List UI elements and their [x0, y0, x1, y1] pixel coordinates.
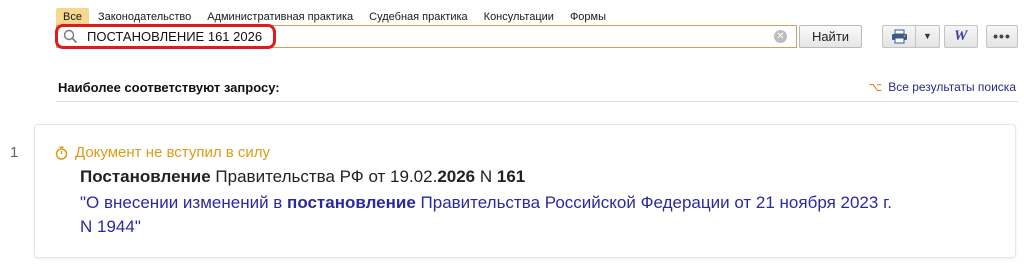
results-tree-icon: ⌥: [868, 80, 883, 94]
tab-consultations[interactable]: Консультации: [477, 8, 561, 26]
search-tabs: Все Законодательство Административная пр…: [56, 8, 615, 26]
document-heading: Постановление Правительства РФ от 19.02.…: [80, 167, 525, 187]
divider: [56, 101, 1018, 102]
print-divider: [915, 26, 916, 47]
document-status: Документ не вступил в силу: [55, 144, 270, 161]
doc-number: 161: [496, 167, 526, 186]
all-results-link[interactable]: ⌥ Все результаты поиска: [868, 80, 1016, 94]
doc-type: Постановление: [80, 167, 211, 186]
export-word-button[interactable]: W: [944, 25, 978, 48]
more-icon: •••: [993, 28, 1011, 44]
doc-year: 2026: [437, 167, 476, 186]
document-title-link[interactable]: "О внесении изменений в постановление Пр…: [80, 191, 900, 239]
tab-all[interactable]: Все: [56, 8, 89, 26]
status-text: Документ не вступил в силу: [75, 144, 271, 161]
tab-legislation[interactable]: Законодательство: [91, 8, 198, 26]
print-button-group: ▼: [882, 25, 940, 48]
word-icon: W: [954, 28, 968, 44]
clear-search-icon[interactable]: ✕: [774, 30, 787, 43]
doc-title-match: постановление: [287, 193, 416, 212]
tab-administrative-practice[interactable]: Административная практика: [200, 8, 360, 26]
search-input[interactable]: [87, 27, 767, 46]
result-number: 1: [10, 144, 19, 161]
search-icon: [63, 29, 78, 44]
doc-title-part-1: "О внесении изменений в: [80, 193, 288, 212]
result-card[interactable]: Документ не вступил в силу Постановление…: [34, 124, 1016, 258]
find-button[interactable]: Найти: [799, 25, 862, 48]
all-results-label[interactable]: Все результаты поиска: [888, 80, 1016, 94]
search-box: ✕: [56, 25, 797, 48]
tab-forms[interactable]: Формы: [563, 8, 613, 26]
doc-issuer-date: Правительства РФ от 19.02.: [210, 167, 438, 186]
section-title: Наиболее соответствуют запросу:: [58, 80, 280, 95]
printer-icon[interactable]: [891, 29, 908, 44]
chevron-down-icon[interactable]: ▼: [923, 31, 932, 41]
doc-number-prefix: N: [475, 167, 497, 186]
stopwatch-icon: [55, 146, 68, 160]
tab-judicial-practice[interactable]: Судебная практика: [362, 8, 474, 26]
more-options-button[interactable]: •••: [986, 25, 1018, 48]
